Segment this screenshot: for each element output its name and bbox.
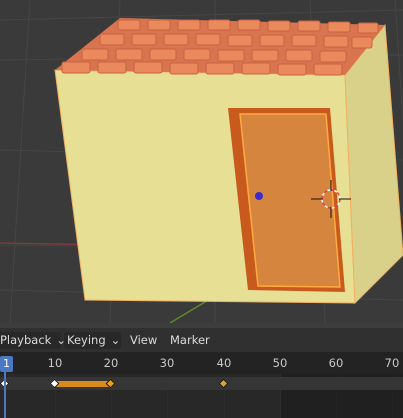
- frame-label: 30: [159, 356, 175, 370]
- keying-menu-label: Keying: [67, 333, 106, 347]
- door-knob[interactable]: [255, 192, 263, 200]
- frame-label: 50: [272, 356, 288, 370]
- timeline-header: Playback ⌄ Keying ⌄ View Marker: [0, 328, 403, 352]
- view-menu[interactable]: View: [127, 332, 160, 349]
- frame-ruler[interactable]: 1 10 20 30 40 50 60 70: [0, 352, 403, 374]
- marker-menu-label: Marker: [170, 333, 210, 347]
- timeline-editor[interactable]: 1 10 20 30 40 50 60 70: [0, 352, 403, 418]
- frame-label: 70: [384, 356, 400, 370]
- frame-label: 20: [103, 356, 119, 370]
- held-key-range: [55, 381, 110, 387]
- frame-label: 10: [47, 356, 63, 370]
- viewport-scene[interactable]: [0, 0, 403, 323]
- frame-label: 60: [328, 356, 344, 370]
- door-panel[interactable]: [239, 113, 341, 288]
- 3d-viewport[interactable]: [0, 0, 403, 323]
- house-side-wall[interactable]: [344, 23, 403, 305]
- marker-menu[interactable]: Marker: [167, 332, 213, 349]
- playback-menu-label: Playback: [0, 333, 52, 347]
- current-frame-indicator[interactable]: 1: [0, 356, 13, 372]
- chevron-down-icon: ⌄: [110, 333, 121, 347]
- view-menu-label: View: [130, 333, 158, 347]
- playhead[interactable]: [4, 372, 6, 418]
- frame-label: 40: [216, 356, 232, 370]
- house-object[interactable]: [54, 18, 403, 305]
- keying-menu[interactable]: Keying ⌄: [64, 332, 121, 349]
- playback-menu[interactable]: Playback ⌄: [0, 332, 66, 349]
